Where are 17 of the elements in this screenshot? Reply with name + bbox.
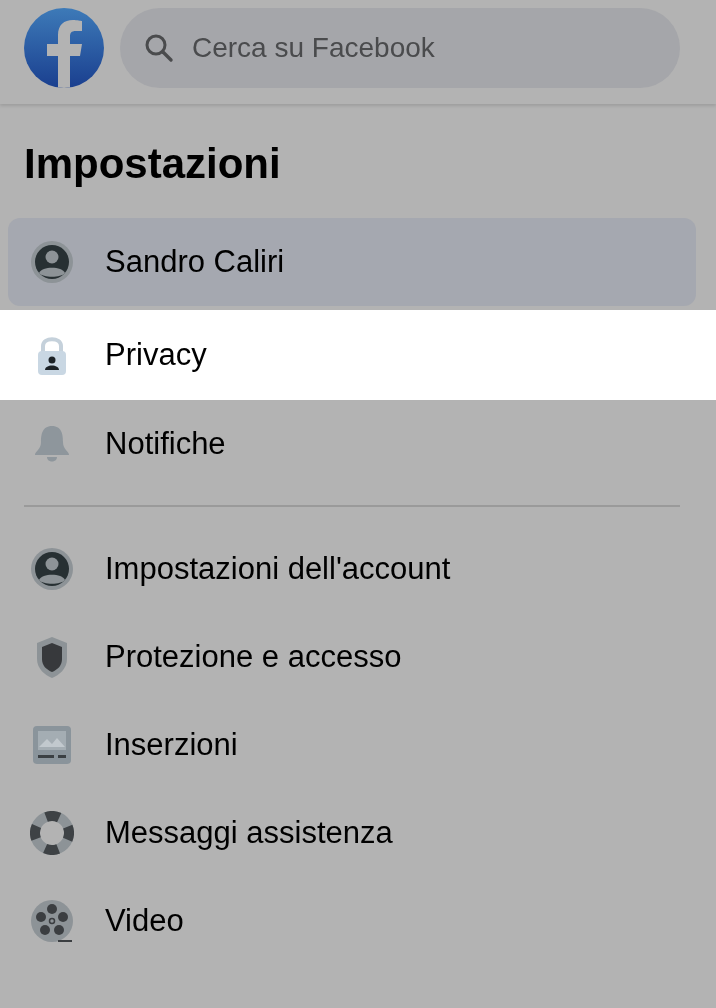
- menu-item[interactable]: Protezione e accesso: [0, 613, 716, 701]
- person-icon: [30, 240, 74, 284]
- menu-item[interactable]: Sandro Caliri: [8, 218, 696, 306]
- menu-item[interactable]: Video: [0, 877, 716, 965]
- menu-item[interactable]: Impostazioni dell'account: [0, 525, 716, 613]
- search-icon: [144, 33, 174, 63]
- menu-item[interactable]: Privacy: [0, 310, 716, 400]
- menu-item[interactable]: Inserzioni: [0, 701, 716, 789]
- lifebuoy-icon: [30, 811, 74, 855]
- search-field[interactable]: Cerca su Facebook: [120, 8, 680, 88]
- menu-item[interactable]: Messaggi assistenza: [0, 789, 716, 877]
- page-title: Impostazioni: [24, 139, 282, 189]
- menu-item[interactable]: Notifiche: [0, 400, 716, 488]
- film-reel-icon: [30, 899, 74, 943]
- person-icon: [30, 547, 74, 591]
- logo-icon[interactable]: [24, 8, 104, 88]
- image-card-icon: [30, 723, 74, 767]
